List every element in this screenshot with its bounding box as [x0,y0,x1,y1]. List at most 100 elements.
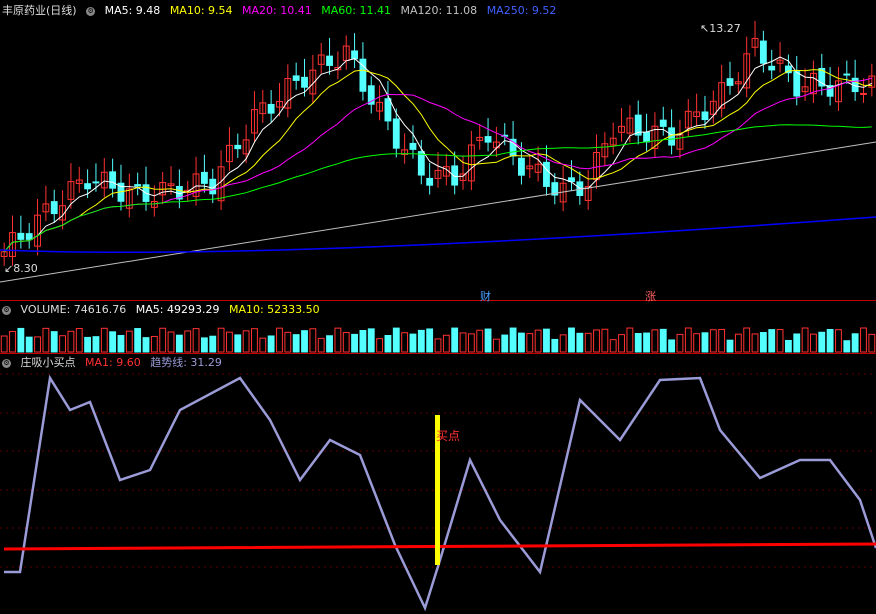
volume-bar [584,332,592,353]
candle-body [518,157,525,176]
volume-bar [159,327,167,353]
volume-bar [684,327,692,353]
volume-bar [601,328,609,353]
rise-badge[interactable]: 涨 [645,288,656,304]
volume-bar [284,331,292,353]
volume-bar [59,335,66,353]
volume-bar [426,328,434,353]
volume-bar [34,336,41,353]
volume-bar [109,331,117,353]
candle-body [267,103,275,114]
volume-bar [768,329,776,353]
volume-bar [376,338,384,353]
low-price-label: ↙8.30 [4,262,38,275]
volume-bar [342,332,350,353]
volume-bar [743,327,751,353]
volume-bar [9,330,16,353]
volume-bar [701,332,709,353]
candle-body [50,201,58,215]
low-price-value: 8.30 [13,262,38,275]
candle-body [860,92,867,95]
volume-bar [668,339,676,353]
volume-bar [526,333,534,353]
candle-body [351,50,358,60]
volume-bar [434,338,442,353]
candle-body [326,55,333,66]
volume-bar [618,334,625,353]
volume-bar [759,332,767,353]
candle-body [84,183,92,190]
volume-bar [568,327,575,353]
volume-bar [793,333,801,353]
volume-bar [409,333,417,353]
candle-body [659,119,667,127]
candle-body [25,233,33,240]
candle-body [451,165,459,186]
high-price-arrow-icon: ↖ [700,22,710,35]
volume-bar [784,339,792,353]
volume-bar [50,331,58,353]
volume-bar [0,335,8,353]
candle-body [843,73,851,76]
candle-body [134,184,142,187]
candle-body [234,144,242,150]
finance-badge[interactable]: 财 [480,288,491,304]
volume-bar [751,333,759,353]
volume-bar [359,330,367,353]
volume-bar [576,332,584,353]
volume-bar [217,327,225,353]
volume-bar [392,327,400,353]
volume-bar [417,329,425,353]
chart-canvas[interactable] [0,0,876,614]
volume-bar [259,337,267,353]
volume-bar [843,340,851,353]
volume-bar [184,330,192,353]
volume-bar [226,331,233,353]
volume-bar [442,334,450,353]
candle-body [200,171,208,184]
volume-bar [467,333,475,353]
volume-bar [17,327,25,353]
candle-body [301,76,308,88]
volume-bar [292,334,300,353]
volume-bar [209,335,217,353]
volume-bar [634,333,642,353]
volume-bar [851,333,859,353]
candle-body [484,136,492,143]
candle-body [292,75,300,81]
volume-bar [334,327,342,353]
volume-bar [509,327,517,353]
volume-bar [551,338,559,353]
volume-bar [726,339,734,353]
volume-bar [125,330,133,353]
candle-body [409,142,417,150]
volume-bar [326,335,333,353]
volume-bar [134,328,142,353]
volume-bar [826,328,834,353]
volume-bar [309,328,317,353]
volume-bar [242,330,250,353]
volume-bar [818,331,826,353]
low-price-arrow-icon: ↙ [4,262,14,275]
volume-bar [734,333,742,353]
volume-bar [559,334,567,353]
volume-bar [100,327,108,353]
volume-bar [251,328,258,353]
volume-bar [75,327,83,353]
volume-bar [534,329,542,353]
candlesticks [0,20,876,266]
volume-bar [200,337,208,353]
volume-bar [860,327,867,353]
volume-bar [626,327,634,353]
volume-bar [351,333,358,353]
candle-body [543,161,550,187]
volume-bar [92,336,100,353]
volume-bar [484,328,492,353]
volume-bar [593,329,600,353]
candle-body [17,232,25,240]
volume-bar [501,334,509,353]
volume-bar [367,328,375,353]
high-price-label: ↖13.27 [700,22,741,35]
volume-bar [609,339,617,353]
volume-bar [42,327,50,353]
